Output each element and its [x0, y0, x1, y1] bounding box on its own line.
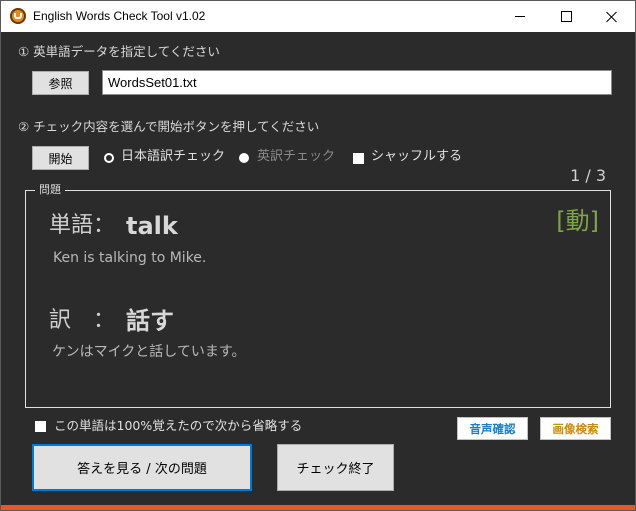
- accent-bar: [1, 505, 635, 510]
- skip-checkbox[interactable]: [35, 421, 46, 432]
- step1-instruction: ① 英単語データを指定してください: [18, 44, 220, 59]
- main-panel: ① 英単語データを指定してください 参照 WordsSet01.txt ② チェ…: [1, 32, 635, 510]
- close-icon: [606, 11, 618, 23]
- word-value: talk: [126, 212, 178, 240]
- shuffle-label[interactable]: シャッフルする: [371, 149, 462, 165]
- part-of-speech-tag: [動]: [556, 207, 599, 235]
- question-legend: 問題: [35, 183, 65, 197]
- image-search-button[interactable]: 画像検索: [540, 417, 611, 440]
- minimize-icon: [515, 16, 525, 17]
- mode-jp-label[interactable]: 日本語訳チェック: [121, 149, 225, 165]
- question-counter: 1 / 3: [570, 166, 606, 185]
- audio-check-button[interactable]: 音声確認: [457, 417, 528, 440]
- maximize-button[interactable]: [543, 1, 589, 32]
- end-check-button[interactable]: チェック終了: [277, 444, 394, 491]
- file-path-input[interactable]: WordsSet01.txt: [102, 70, 612, 95]
- question-panel: 問題 単語： talk [動] Ken is talking to Mike. …: [25, 183, 611, 408]
- mode-jp-radio[interactable]: [104, 153, 114, 163]
- translation-label: 訳 ：: [49, 308, 116, 333]
- close-button[interactable]: [589, 1, 635, 32]
- shuffle-checkbox[interactable]: [353, 153, 364, 164]
- browse-button[interactable]: 参照: [32, 71, 89, 95]
- app-logo-icon: [10, 8, 26, 24]
- app-window: English Words Check Tool v1.02 ① 英単語データを…: [0, 0, 636, 511]
- minimize-button[interactable]: [497, 1, 543, 32]
- example-sentence-jp: ケンはマイクと話しています。: [52, 344, 246, 360]
- maximize-icon: [560, 11, 572, 22]
- example-sentence-en: Ken is talking to Mike.: [53, 250, 207, 266]
- show-answer-next-button[interactable]: 答えを見る / 次の問題: [32, 444, 252, 491]
- mode-en-radio[interactable]: [239, 153, 249, 163]
- window-title: English Words Check Tool v1.02: [33, 9, 206, 23]
- title-bar[interactable]: English Words Check Tool v1.02: [1, 1, 635, 32]
- step2-instruction: ② チェック内容を選んで開始ボタンを押してください: [18, 119, 320, 134]
- mode-en-label[interactable]: 英訳チェック: [257, 149, 335, 165]
- word-label: 単語：: [49, 213, 116, 238]
- translation-value: 話す: [126, 307, 174, 335]
- skip-label[interactable]: この単語は100%覚えたので次から省略する: [54, 418, 302, 434]
- start-button[interactable]: 開始: [32, 146, 89, 170]
